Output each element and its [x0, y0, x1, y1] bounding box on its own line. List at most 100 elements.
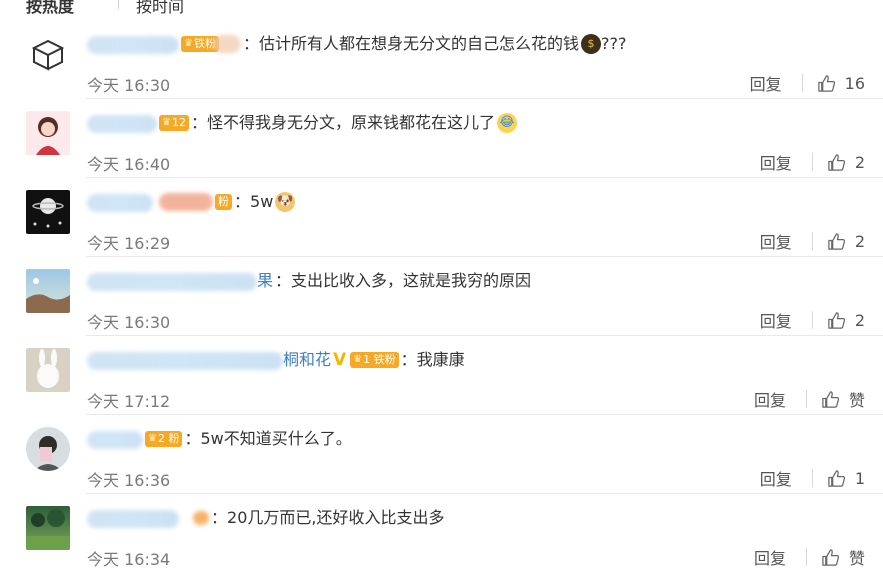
comment-text: 支出比收入多，这就是我穷的原因: [291, 271, 532, 290]
landscape-avatar-icon: [26, 278, 70, 313]
level-badge[interactable]: ♛ 12: [159, 115, 189, 131]
crown-icon: ♛: [162, 117, 171, 128]
like-button[interactable]: 赞: [821, 545, 865, 569]
comment-line: ： 20几万而已,还好收入比支出多: [87, 506, 444, 530]
crown-icon: ♛: [184, 38, 193, 49]
rabbit-avatar-icon: [37, 349, 59, 388]
comment-item: 粉 ： 5w 🐶 今天 16:29 回复 2: [0, 178, 883, 257]
username-tail: 果: [257, 271, 274, 290]
fan-badge[interactable]: ♛ 1 铁粉: [350, 352, 399, 368]
comment-actions: 回复 赞: [754, 546, 865, 568]
username-blur: [87, 193, 153, 212]
thumbs-up-icon: [828, 469, 845, 487]
username[interactable]: [87, 506, 179, 530]
username-blur: [87, 272, 257, 291]
avatar[interactable]: [26, 32, 70, 76]
comment-text: 20几万而已,还好收入比支出多: [227, 508, 445, 527]
comment-line: ♛ 铁粉 ： 估计所有人都在想身无分文的自己怎么花的钱 $ ???: [87, 32, 626, 56]
action-divider: [805, 548, 807, 566]
comment-time: 今天 17:12: [87, 392, 171, 411]
thumbs-up-icon: [822, 390, 840, 408]
person-avatar-icon: [34, 436, 62, 471]
comment-text: 5w: [250, 192, 274, 211]
like-button[interactable]: 2: [827, 153, 865, 172]
comment-text: 5w不知道买什么了。: [200, 429, 352, 448]
badge-blur: [159, 193, 213, 211]
doge-emoji-icon: 🐶: [275, 192, 296, 212]
fan-badge[interactable]: 粉: [215, 194, 232, 210]
action-divider: [811, 153, 813, 171]
username-blur: [87, 509, 179, 528]
colon: ：: [242, 34, 259, 53]
like-count: 赞: [848, 391, 865, 410]
reply-button[interactable]: 回复: [750, 71, 782, 95]
reply-button[interactable]: 回复: [760, 466, 792, 490]
username[interactable]: [87, 111, 157, 135]
action-divider: [801, 74, 803, 92]
username-blur: [87, 351, 283, 370]
garden-avatar-icon: [26, 509, 70, 550]
comment-actions: 回复 2: [760, 308, 865, 332]
avatar[interactable]: [26, 427, 70, 471]
thumbs-up-icon: [828, 311, 845, 329]
colon: ：: [400, 350, 417, 369]
comment-time: 今天 16:40: [87, 155, 171, 174]
crown-icon: ♛: [353, 354, 363, 365]
comment-time: 今天 16:29: [87, 234, 171, 253]
username[interactable]: [87, 32, 179, 56]
reply-button[interactable]: 回复: [754, 387, 786, 411]
colon: ：: [234, 192, 251, 211]
avatar[interactable]: [26, 269, 70, 313]
comment-time: 今天 16:30: [87, 76, 171, 95]
planet-avatar-icon: [32, 198, 64, 228]
avatar[interactable]: [26, 111, 70, 155]
avatar[interactable]: [26, 190, 70, 234]
comment-text: 怪不得我身无分文，原来钱都花在这儿了: [206, 113, 495, 132]
like-count: 2: [854, 152, 865, 172]
girl-avatar-icon: [36, 117, 60, 155]
reply-button[interactable]: 回复: [760, 150, 792, 174]
like-button[interactable]: 赞: [821, 387, 865, 411]
comment-line: ♛ 2 粉 ： 5w不知道买什么了。: [87, 427, 352, 451]
comment-item: 桐和花 V ♛ 1 铁粉 ： 我康康 今天 17:12 回复 赞: [0, 336, 883, 415]
username[interactable]: 桐和花: [87, 348, 331, 372]
crown-icon: ♛: [148, 433, 157, 444]
reply-button[interactable]: 回复: [754, 545, 786, 569]
like-count: 1: [854, 468, 865, 488]
level-badge[interactable]: ♛ 2 粉: [145, 431, 183, 447]
comment-line: ♛ 12 ： 怪不得我身无分文，原来钱都花在这儿了 😂: [87, 111, 517, 135]
badge-blur: [193, 511, 209, 525]
comment-actions: 回复 赞: [754, 388, 865, 410]
thumbs-up-icon: [817, 74, 835, 92]
avatar[interactable]: [26, 348, 70, 392]
comment-item: 果 ： 支出比收入多，这就是我穷的原因 今天 16:30 回复 2: [0, 257, 883, 336]
username[interactable]: [87, 190, 153, 214]
comment-item: ♛ 铁粉 ： 估计所有人都在想身无分文的自己怎么花的钱 $ ??? 今天 16:3…: [0, 20, 883, 99]
action-divider: [811, 232, 813, 250]
like-count: 2: [854, 310, 865, 330]
like-button[interactable]: 2: [827, 311, 865, 330]
like-button[interactable]: 1: [827, 469, 865, 488]
like-button[interactable]: 2: [827, 232, 865, 251]
badge-blur: [212, 35, 241, 53]
comment-line: 粉 ： 5w 🐶: [87, 190, 296, 214]
like-count: 赞: [848, 549, 865, 568]
sort-by-time-tab[interactable]: 按时间: [136, 0, 184, 17]
username[interactable]: 果: [87, 269, 273, 293]
username[interactable]: [87, 427, 143, 451]
colon: ：: [184, 429, 201, 448]
action-divider: [811, 311, 813, 329]
comment-item: ♛ 2 粉 ： 5w不知道买什么了。 今天 16:36 回复 1: [0, 415, 883, 494]
thumbs-up-icon: [828, 232, 845, 250]
comment-item: ♛ 12 ： 怪不得我身无分文，原来钱都花在这儿了 😂 今天 16:40 回复 2: [0, 99, 883, 178]
username-blur: [87, 430, 143, 449]
avatar[interactable]: [26, 506, 70, 550]
comment-actions: 回复 1: [760, 466, 865, 490]
like-button[interactable]: 16: [817, 74, 865, 93]
reply-button[interactable]: 回复: [760, 229, 792, 253]
comment-time: 今天 16:34: [87, 550, 171, 569]
action-divider: [811, 469, 813, 487]
username-blur: [87, 35, 179, 54]
sort-by-hot-tab[interactable]: 按热度: [26, 0, 74, 17]
reply-button[interactable]: 回复: [760, 308, 792, 332]
